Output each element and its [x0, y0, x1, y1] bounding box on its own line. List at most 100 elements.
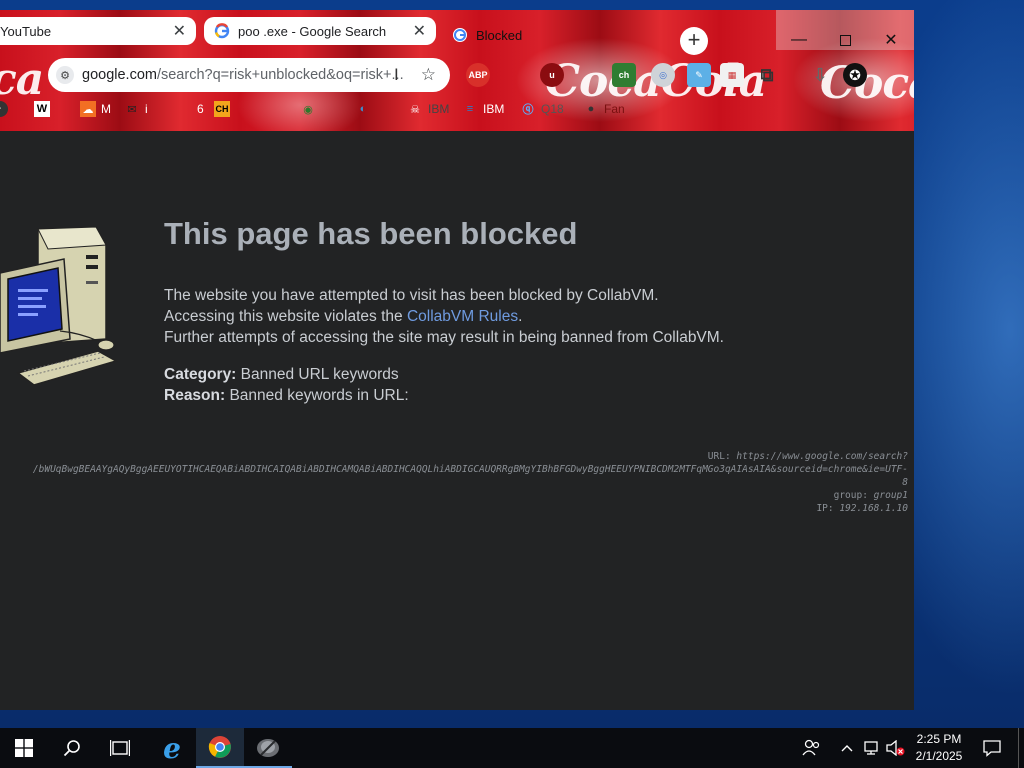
skull-icon: ☠ [410, 103, 420, 116]
bookmark-label: Fan [604, 102, 625, 116]
flag-extension-icon[interactable]: ▦ [720, 63, 744, 87]
bookmark-ibm-2[interactable]: ≡ IBM [462, 99, 505, 119]
close-icon[interactable]: ✕ [413, 21, 426, 41]
extension-icon[interactable]: ch [612, 63, 636, 87]
new-tab-button[interactable]: + [680, 27, 708, 55]
bookmark-fan[interactable]: ● Fan [583, 99, 625, 119]
group-label: group: [833, 490, 868, 501]
page-title: This page has been blocked [164, 216, 578, 251]
show-desktop-divider[interactable] [1018, 728, 1019, 768]
maximize-button[interactable] [822, 20, 868, 60]
bookmark-q18[interactable]: ⓠ Q18 [520, 99, 564, 119]
taskbar-clock[interactable]: 2:25 PM 2/1/2025 [906, 731, 972, 765]
message-text: Accessing this website violates the [164, 308, 407, 325]
tab-blocked[interactable]: Blocked [442, 17, 672, 53]
adblock-extension-icon[interactable]: ABP [466, 63, 490, 87]
profile-avatar-icon[interactable]: ✪ [843, 63, 867, 87]
app-taskbar-button[interactable] [244, 728, 292, 768]
bookmark-label: i [145, 102, 148, 116]
puzzle-extension-icon[interactable]: ✎ [687, 63, 711, 87]
bookmark-label: Q18 [541, 102, 564, 116]
wikipedia-icon: W [34, 101, 50, 117]
bookmark-label: M [101, 102, 111, 116]
minimize-button[interactable]: — [776, 20, 822, 60]
bookmark-star-icon[interactable]: ☆ [421, 65, 436, 85]
clock-date: 2/1/2025 [915, 749, 963, 763]
search-button[interactable] [48, 728, 96, 768]
extensions-puzzle-icon[interactable]: ⧉ [755, 63, 779, 87]
internet-explorer-button[interactable]: e [148, 728, 196, 768]
start-button[interactable] [0, 728, 48, 768]
ip-label: IP: [816, 503, 834, 514]
block-message-line: Further attempts of accessing the site m… [164, 329, 724, 346]
reason-label: Reason: [164, 387, 226, 404]
message-text: . [518, 308, 523, 325]
windows-icon [15, 739, 33, 757]
bookmark-ibm-1[interactable]: ☠ IBM [407, 99, 449, 119]
tab-title: poo .exe - Google Search [238, 23, 387, 39]
github-icon: ● [587, 103, 595, 115]
tab-google-search[interactable]: poo .exe - Google Search ✕ [204, 17, 436, 45]
bookmark-icon [176, 101, 192, 117]
bookmark-item[interactable]: ◐ [355, 99, 376, 119]
extension-label: u [549, 70, 555, 80]
category-label: Category: [164, 366, 237, 383]
action-center-icon[interactable] [978, 728, 1006, 768]
q-icon: ⓠ [522, 104, 534, 116]
theme-logo-art: Coca [820, 58, 914, 109]
chrome-taskbar-button[interactable] [196, 728, 244, 768]
volume-muted-icon[interactable] [884, 728, 906, 768]
envelope-icon: ✉ [127, 103, 137, 116]
ch-icon: CH [214, 101, 230, 117]
address-bar[interactable]: ⚙ google.com/search?q=risk+unblocked&oq=… [48, 58, 450, 92]
close-window-button[interactable]: ✕ [868, 20, 914, 60]
site-info-icon[interactable]: ⚙ [56, 66, 74, 84]
group-detail: group: group1 [834, 490, 908, 501]
network-icon[interactable] [860, 728, 882, 768]
url-text[interactable]: google.com/search?q=risk+unblocked&oq=ri… [82, 67, 404, 83]
ip-detail: IP: 192.168.1.10 [816, 503, 908, 514]
text-cursor-icon: I [394, 65, 399, 84]
url-detail-end: 8 [902, 477, 908, 488]
globe-extension-icon[interactable]: ◎ [651, 63, 675, 87]
bookmark-item[interactable]: 6 [176, 99, 204, 119]
bookmark-mail[interactable]: ✉ i [124, 99, 148, 119]
ip-value: 192.168.1.10 [839, 503, 908, 514]
group-value: group1 [873, 490, 908, 501]
google-icon [452, 27, 468, 43]
internet-explorer-icon: e [163, 731, 181, 765]
theme-logo-art: ca [0, 54, 44, 105]
app-icon [257, 739, 279, 757]
url-detail: URL: https://www.google.com/search? [708, 451, 908, 462]
chevron-up-icon[interactable] [836, 728, 858, 768]
people-icon[interactable] [798, 728, 824, 768]
download-icon[interactable]: ⇩ [808, 63, 832, 87]
bookmark-label: 6 [197, 102, 204, 116]
close-icon[interactable]: ✕ [173, 21, 186, 41]
edge-icon: ◐ [359, 103, 367, 115]
bookmark-wikipedia[interactable]: W [34, 99, 55, 119]
collabvm-rules-link[interactable]: CollabVM Rules [407, 308, 518, 325]
bookmark-item[interactable]: · [0, 99, 13, 119]
ublock-extension-icon[interactable]: u [540, 63, 564, 87]
bookmark-soundcloud[interactable]: ☁ M [80, 99, 111, 119]
reason-value: Banned keywords in URL: [229, 387, 409, 404]
tab-title: YouTube [0, 23, 52, 39]
browser-window: ca CocaCola Coca YouTube ✕ poo .exe - Go… [0, 10, 914, 710]
bookmark-ch[interactable]: CH [214, 99, 235, 119]
soundcloud-icon: ☁ [80, 101, 96, 117]
chrome-icon [208, 736, 231, 758]
task-view-button[interactable] [96, 728, 144, 768]
block-message-line: The website you have attempted to visit … [164, 287, 659, 304]
bookmark-icon: · [0, 101, 8, 117]
google-icon [214, 23, 230, 39]
category-row: Category: Banned URL keywords [164, 366, 399, 384]
blocked-page: This page has been blocked The website y… [0, 131, 914, 710]
category-value: Banned URL keywords [240, 366, 399, 383]
tab-youtube[interactable]: YouTube ✕ [0, 17, 196, 45]
url-detail-continued: /bWUqBwgBEAAYgAQyBggAEEUYOTIHCAEQABiABDI… [32, 464, 908, 475]
extension-label: ch [618, 70, 630, 80]
bookmark-label: IBM [428, 102, 450, 116]
bookmark-item[interactable]: ◉ [300, 99, 321, 119]
url-value: https://www.google.com/search? [736, 451, 908, 462]
